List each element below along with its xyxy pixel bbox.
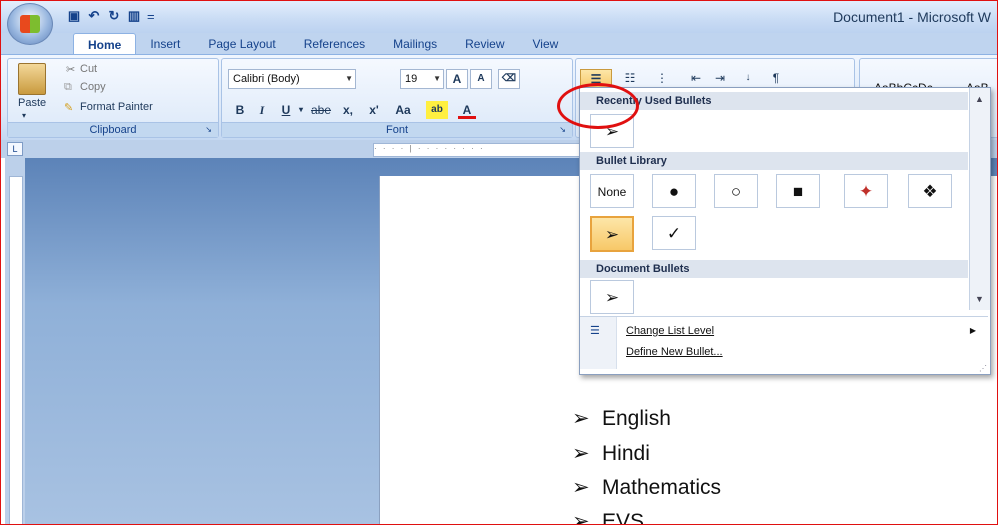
list-level-icon: ☰ [590,325,600,337]
multilevel-list-button[interactable]: ⋮ [648,69,676,87]
list-item[interactable]: ➢ English [572,406,671,431]
bullet-dropdown-menu: Recently Used Bullets ➢ Bullet Library N… [579,87,991,375]
scroll-down-icon[interactable]: ▼ [975,294,984,304]
bullet-option-checkmark[interactable]: ✓ [652,216,696,250]
underline-dropdown-icon[interactable]: ▾ [296,101,306,119]
bullet-option-filled-circle[interactable]: ● [652,174,696,208]
title-bar: ▣ ↶ ↻ ▥ = Document1 - Microsoft W [1,1,997,33]
redo-icon[interactable]: ↻ [107,9,121,23]
scroll-up-icon[interactable]: ▲ [975,94,984,104]
change-list-level-item[interactable]: ☰ Change List Level ▶ [580,321,988,341]
tab-review[interactable]: Review [451,33,518,55]
bullet-option-hollow-circle[interactable]: ○ [714,174,758,208]
increase-indent-icon[interactable]: ⇥ [710,69,730,87]
font-color-button[interactable]: A [458,101,476,119]
superscript-button[interactable]: x' [364,101,384,119]
shrink-font-button[interactable]: A [470,69,492,89]
define-new-bullet-item[interactable]: Define New Bullet... [580,342,988,362]
bullet-option-diamonds[interactable]: ❖ [908,174,952,208]
sort-icon[interactable]: ↓ [738,69,758,87]
clear-formatting-icon[interactable]: ⌫ [498,69,520,89]
list-item[interactable]: ➢ Mathematics [572,475,721,500]
numbering-button[interactable]: ☷ [616,69,644,87]
show-paragraph-marks-icon[interactable]: ¶ [766,69,786,87]
decrease-indent-icon[interactable]: ⇤ [686,69,706,87]
vertical-ruler-track [9,176,23,524]
menu-separator [580,316,988,317]
submenu-arrow-icon: ▶ [969,326,976,335]
tab-mailings[interactable]: Mailings [379,33,451,55]
format-painter-icon[interactable]: ✎ [64,101,73,114]
window-title: Document1 - Microsoft W [833,9,991,25]
paste-icon[interactable] [18,63,46,95]
word-window: ▣ ↶ ↻ ▥ = Document1 - Microsoft W Home I… [0,0,998,525]
font-group: Calibri (Body) ▼ 19 ▼ A A ⌫ B I U ▾ abe x,… [221,58,573,138]
change-case-button[interactable]: Aa [392,101,414,119]
grow-font-button[interactable]: A [446,69,468,89]
list-item[interactable]: ➢ Hindi [572,441,650,466]
bullet-library-header: Bullet Library [580,152,968,170]
strikethrough-button[interactable]: abe [308,101,334,119]
list-item[interactable]: ➢ EVS [572,509,644,524]
copy-button[interactable]: Copy [80,81,106,93]
ribbon-tabs: Home Insert Page Layout References Maili… [73,33,573,56]
tab-selector-icon[interactable]: L [7,142,23,156]
highlight-button[interactable]: ab [426,101,448,119]
bullet-option-document-arrow[interactable]: ➢ [590,280,634,314]
tab-home[interactable]: Home [73,33,137,56]
format-painter-button[interactable]: Format Painter [80,101,153,113]
bullet-menu-scrollbar[interactable]: ▲ ▼ [969,88,990,310]
copy-icon[interactable]: ⧉ [64,81,72,94]
horizontal-ruler[interactable]: · · · · | · · · · · · · · [373,143,585,157]
tab-insert[interactable]: Insert [136,33,194,55]
clipboard-launcher-icon[interactable]: ↘ [205,123,212,137]
office-button[interactable] [7,3,53,45]
bullet-option-arrow[interactable]: ➢ [590,216,634,252]
tab-references[interactable]: References [290,33,379,55]
subscript-button[interactable]: x, [338,101,358,119]
annotation-circle [557,83,639,129]
cut-icon[interactable]: ✂ [66,63,75,76]
save-icon[interactable]: ▣ [67,9,81,23]
paste-button[interactable]: Paste [18,97,46,109]
office-logo-icon [20,15,40,33]
font-group-label: Font ↘ [222,122,572,137]
bullet-option-none[interactable]: None [590,174,634,208]
font-size-box[interactable]: 19 ▼ [400,69,444,89]
customize-qat-icon[interactable]: ▥ [127,9,141,23]
font-launcher-icon[interactable]: ↘ [559,123,566,137]
undo-icon[interactable]: ↶ [87,9,101,23]
bullet-option-star[interactable]: ✦ [844,174,888,208]
underline-button[interactable]: U [278,101,294,119]
paste-dropdown-icon[interactable]: ▾ [22,111,26,120]
tab-page-layout[interactable]: Page Layout [194,33,289,55]
vertical-ruler[interactable] [5,158,25,524]
clipboard-group: Paste ▾ ✂ Cut ⧉ Copy ✎ Format Painter Cl… [7,58,219,138]
bold-button[interactable]: B [232,101,248,119]
resize-grip-icon[interactable]: ⋰ [979,364,987,373]
document-bullets-header: Document Bullets [580,260,968,278]
clipboard-group-label: Clipboard ↘ [8,122,218,137]
quick-access-toolbar: ▣ ↶ ↻ ▥ = [67,4,155,28]
qat-separator: = [147,8,155,24]
bullet-option-square[interactable]: ■ [776,174,820,208]
italic-button[interactable]: I [254,101,270,119]
tab-view[interactable]: View [519,33,573,55]
font-family-box[interactable]: Calibri (Body) ▼ [228,69,356,89]
cut-button[interactable]: Cut [80,63,97,75]
